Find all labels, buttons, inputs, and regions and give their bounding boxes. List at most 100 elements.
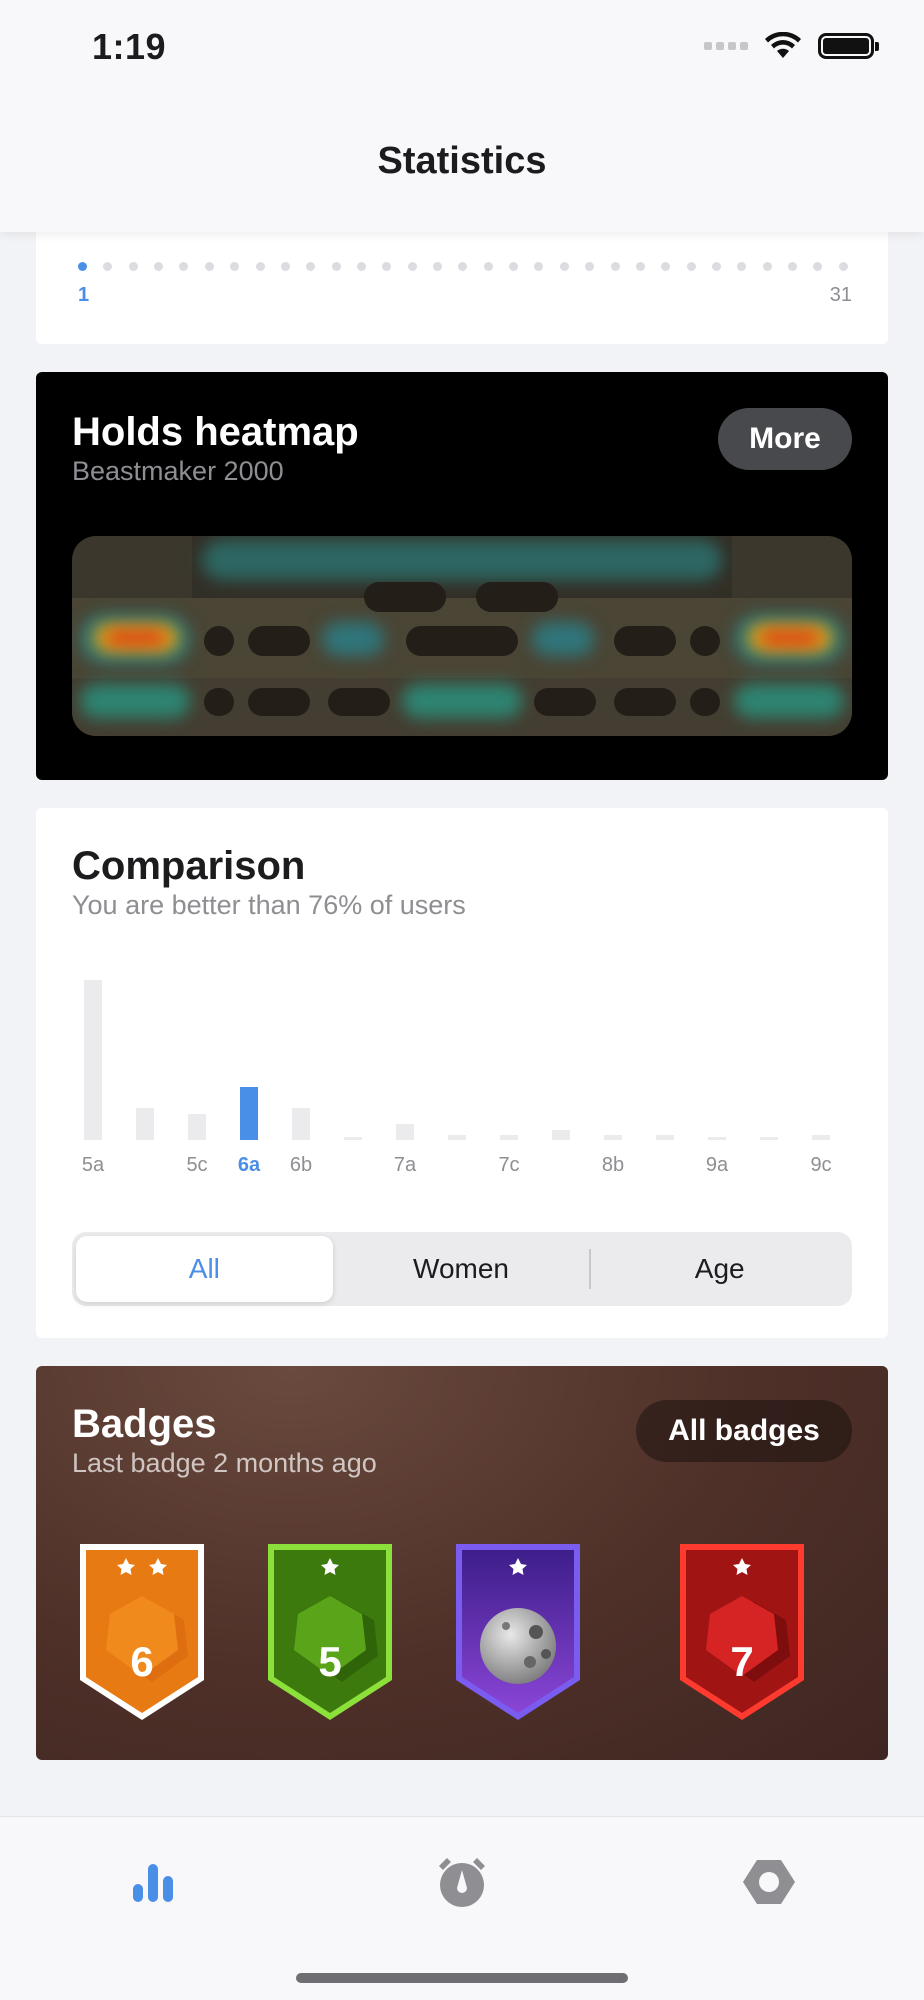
day-dot[interactable]: [356, 262, 366, 271]
bar-7a: [396, 1124, 414, 1140]
day-dot[interactable]: [103, 262, 113, 271]
day-dot[interactable]: [737, 262, 747, 271]
day-dot[interactable]: [78, 262, 87, 271]
holds-heatmap-card: Holds heatmap Beastmaker 2000 More: [36, 372, 888, 780]
shield-icon: [80, 1544, 204, 1720]
day-dot[interactable]: [534, 262, 544, 271]
day-dot[interactable]: [255, 262, 265, 271]
tab-timer[interactable]: [427, 1847, 497, 1917]
day-dot[interactable]: [433, 262, 443, 271]
wifi-icon: [765, 32, 801, 58]
day-dot[interactable]: [762, 262, 772, 271]
segment-age[interactable]: Age: [591, 1236, 848, 1302]
day-dot[interactable]: [128, 262, 138, 271]
badges-subtitle: Last badge 2 months ago: [72, 1448, 377, 1478]
home-indicator: [296, 1973, 628, 1983]
comparison-card: Comparison You are better than 76% of us…: [36, 808, 888, 1338]
bar-6a: [240, 1087, 258, 1140]
tick-label-7c: 7c: [498, 1154, 520, 1176]
tick-label-7a: 7a: [393, 1154, 417, 1176]
shield-icon: [680, 1544, 804, 1720]
badge-7[interactable]: 7: [674, 1538, 810, 1724]
bar-chart-icon: [133, 1864, 173, 1902]
day-dot[interactable]: [711, 262, 721, 271]
comparison-filter-segmented-control[interactable]: All Women Age: [72, 1232, 852, 1306]
badges-card: Badges Last badge 2 months ago All badge…: [36, 1366, 888, 1760]
page-title: Statistics: [377, 140, 547, 182]
badge-number: 5: [318, 1638, 342, 1685]
segment-all[interactable]: All: [76, 1236, 333, 1302]
heatmap-title: Holds heatmap: [72, 410, 359, 454]
tick-label-6a: 6a: [237, 1154, 261, 1176]
day-dot[interactable]: [483, 262, 493, 271]
bar-8a: [552, 1130, 570, 1140]
day-dot[interactable]: [610, 262, 620, 271]
bar-6b: [292, 1108, 310, 1140]
day-dot[interactable]: [280, 262, 290, 271]
day-dot[interactable]: [813, 262, 823, 271]
chart-bars: [72, 958, 852, 1140]
day-dot[interactable]: [306, 262, 316, 271]
bar-8b: [604, 1135, 622, 1140]
bar-7c: [500, 1135, 518, 1140]
tick-label-9a: 9a: [705, 1154, 729, 1176]
calendar-strip-card: 1 31: [36, 232, 888, 344]
day-dot[interactable]: [788, 262, 798, 271]
bar-9c: [812, 1135, 830, 1140]
all-badges-button[interactable]: All badges: [636, 1400, 852, 1462]
bar-9b: [760, 1137, 778, 1140]
day-dot[interactable]: [407, 262, 417, 271]
stopwatch-icon: [439, 1858, 485, 1907]
grade-distribution-chart: 5a 5c 6a 6b 7a 7c 8b 9a 9c: [72, 958, 852, 1178]
day-dot[interactable]: [204, 262, 214, 271]
bar-8c: [656, 1135, 674, 1140]
status-icons: [704, 32, 879, 60]
day-dot[interactable]: [635, 262, 645, 271]
bar-6c: [344, 1137, 362, 1140]
day-dot[interactable]: [230, 262, 240, 271]
hangboard-heatmap[interactable]: [72, 536, 852, 736]
day-dot[interactable]: [661, 262, 671, 271]
cellular-signal-icon: [704, 42, 748, 50]
more-button[interactable]: More: [718, 408, 852, 470]
day-dot[interactable]: [559, 262, 569, 271]
day-dot[interactable]: [154, 262, 164, 271]
badge-5[interactable]: 5: [262, 1538, 398, 1724]
day-dot[interactable]: [458, 262, 468, 271]
day-dot[interactable]: [509, 262, 519, 271]
badge-number: 6: [130, 1638, 154, 1685]
heatmap-subtitle: Beastmaker 2000: [72, 456, 284, 486]
badge-moon[interactable]: [450, 1538, 586, 1724]
bar-7b: [448, 1135, 466, 1140]
moon-icon: [456, 1544, 580, 1720]
hexagon-settings-icon: [743, 1860, 795, 1904]
day-dot[interactable]: [331, 262, 341, 271]
bar-5c: [188, 1114, 206, 1140]
status-time: 1:19: [92, 26, 167, 67]
shield-icon: [268, 1544, 392, 1720]
segment-women[interactable]: Women: [333, 1236, 590, 1302]
day-dot[interactable]: [382, 262, 392, 271]
tab-statistics[interactable]: [118, 1847, 188, 1917]
tick-label-8b: 8b: [601, 1154, 625, 1176]
calendar-start-label: 1: [78, 284, 90, 306]
tab-settings[interactable]: [734, 1847, 804, 1917]
day-dot[interactable]: [179, 262, 189, 271]
tick-label-6b: 6b: [289, 1154, 313, 1176]
tick-label-9c: 9c: [810, 1154, 832, 1176]
day-dot[interactable]: [585, 262, 595, 271]
day-dot[interactable]: [838, 262, 848, 271]
navigation-header: 1:19 Statistics: [0, 0, 924, 232]
day-dots[interactable]: [78, 262, 848, 271]
comparison-subtitle: You are better than 76% of users: [72, 890, 466, 920]
battery-icon: [818, 33, 879, 59]
tick-label-5a: 5a: [81, 1154, 105, 1176]
day-dot[interactable]: [686, 262, 696, 271]
badges-title: Badges: [72, 1402, 217, 1446]
bar-9a: [708, 1137, 726, 1140]
bar-5b: [136, 1108, 154, 1140]
comparison-title: Comparison: [72, 844, 306, 888]
badge-6[interactable]: 6: [74, 1538, 210, 1724]
tick-label-5c: 5c: [186, 1154, 208, 1176]
badge-number: 7: [730, 1638, 754, 1685]
